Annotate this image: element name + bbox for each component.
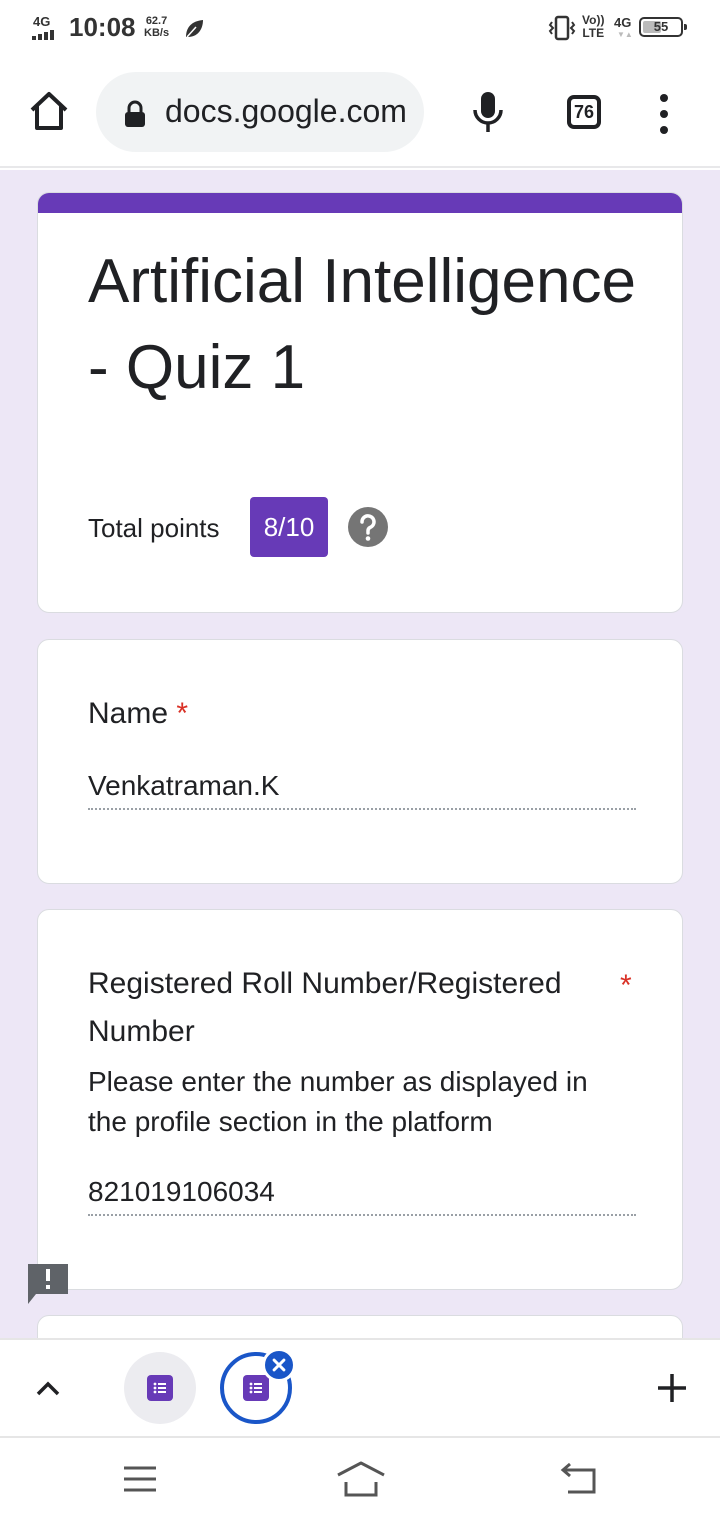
volte-indicator: Vo)) LTE xyxy=(582,14,604,40)
points-label: Total points xyxy=(88,513,220,543)
question-description: Please enter the number as displayed in … xyxy=(88,1066,588,1137)
back-icon[interactable] xyxy=(558,1462,600,1496)
required-asterisk: * xyxy=(620,969,632,1002)
form-page: Artificial Intelligence - Quiz 1 Total p… xyxy=(0,170,720,1338)
google-forms-icon xyxy=(243,1375,269,1401)
tab-switcher-icon[interactable]: 76 xyxy=(567,95,601,129)
url-text[interactable]: docs.google.com xyxy=(165,93,407,130)
network-type-2: 4G xyxy=(614,15,632,30)
question-card-name: Name * Venkatraman.K xyxy=(37,639,683,884)
volte-bottom: LTE xyxy=(582,26,605,40)
question-title-text: Name xyxy=(88,697,169,730)
system-navigation-bar xyxy=(0,1438,720,1520)
speed-unit: KB/s xyxy=(144,27,170,39)
browser-toolbar: docs.google.com 76 xyxy=(0,56,720,168)
google-forms-icon xyxy=(147,1375,173,1401)
feedback-icon[interactable] xyxy=(28,1264,68,1304)
network-speed: 62.7 KB/s xyxy=(144,15,169,39)
vibrate-icon xyxy=(548,15,576,41)
close-icon[interactable] xyxy=(262,1348,296,1382)
mic-icon[interactable] xyxy=(470,90,506,134)
network-type: 4G xyxy=(33,14,51,29)
tab-group-bar xyxy=(0,1338,720,1438)
status-bar: 4G 10:08 62.7 KB/s Vo)) LTE 4G ▼▲ 55 xyxy=(0,0,720,56)
leaf-icon xyxy=(186,20,203,38)
data-arrows-icon: ▼▲ xyxy=(617,30,633,39)
points-badge: 8/10 xyxy=(250,497,328,557)
lock-icon xyxy=(125,100,145,127)
home-icon[interactable] xyxy=(28,90,70,132)
answer-text: 821019106034 xyxy=(88,1176,636,1216)
recents-icon[interactable] xyxy=(122,1464,158,1494)
battery-icon: 55 xyxy=(639,17,687,37)
question-title: Name * xyxy=(88,690,188,738)
help-icon[interactable] xyxy=(348,507,388,547)
question-card-roll-number: Registered Roll Number/Registered Number… xyxy=(37,909,683,1290)
form-header-card: Artificial Intelligence - Quiz 1 Total p… xyxy=(37,192,683,613)
question-title: Registered Roll Number/Registered Number xyxy=(88,967,562,1048)
required-asterisk: * xyxy=(176,697,189,730)
more-vert-icon[interactable] xyxy=(652,94,676,134)
home-nav-icon[interactable] xyxy=(336,1460,386,1498)
chevron-up-icon[interactable] xyxy=(34,1374,62,1402)
form-title: Artificial Intelligence - Quiz 1 xyxy=(88,247,636,402)
tab-thumbnail[interactable] xyxy=(124,1352,196,1424)
speed-value: 62.7 xyxy=(145,15,168,27)
answer-text: Venkatraman.K xyxy=(88,770,636,810)
battery-level: 55 xyxy=(653,19,669,34)
clock: 10:08 xyxy=(69,12,136,42)
question-card-next xyxy=(37,1315,683,1338)
signal-icon: 4G xyxy=(32,14,62,42)
accent-bar xyxy=(38,193,682,213)
plus-icon[interactable] xyxy=(652,1368,692,1408)
